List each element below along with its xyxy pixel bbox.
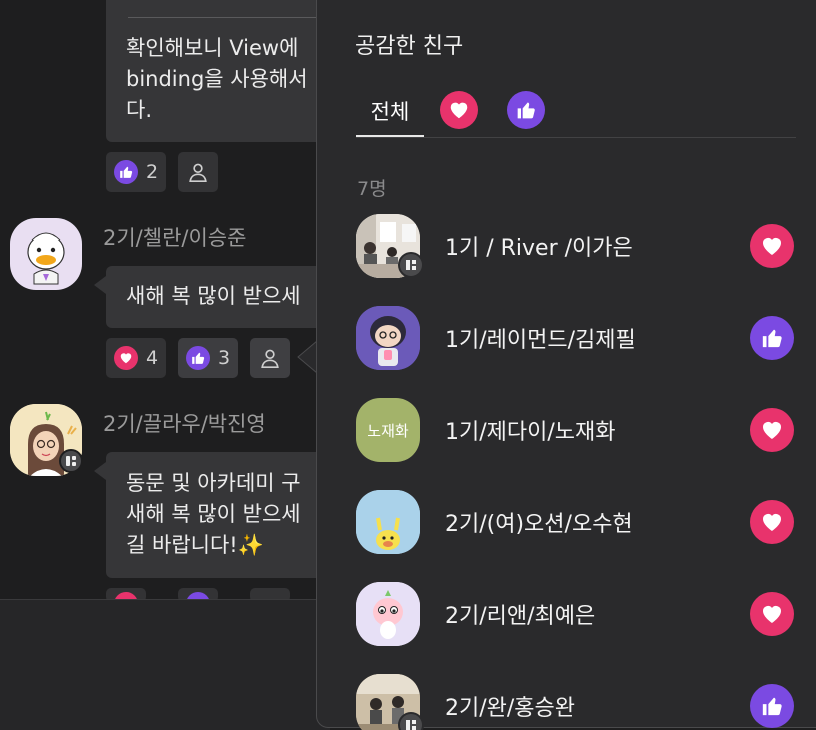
avatar	[356, 306, 420, 370]
thumbs-up-reaction[interactable]: 3	[178, 338, 239, 378]
thumbs-up-icon	[186, 346, 210, 370]
workspace-icon	[66, 456, 76, 466]
reactors-button[interactable]	[250, 338, 290, 378]
heart-icon	[750, 224, 794, 268]
friend-row[interactable]: 2기/완/홍승완	[356, 674, 796, 730]
message-line: 동문 및 아카데미 구	[126, 471, 301, 495]
message-bubble[interactable]: 확인해보니 View에 binding을 사용해서 다.	[106, 0, 336, 142]
thumbs-up-icon	[750, 684, 794, 728]
avatar	[356, 490, 420, 554]
heart-icon	[750, 500, 794, 544]
friend-name: 2기/완/홍승완	[445, 696, 576, 721]
workspace-badge	[398, 712, 424, 730]
message-bubble[interactable]: 새해 복 많이 받으세	[106, 266, 336, 328]
friend-name: 1기 / River /이가은	[445, 236, 633, 261]
bubble-tail	[94, 276, 106, 294]
friend-row[interactable]: 1기/레이먼드/김제필	[356, 306, 796, 370]
heart-icon	[114, 346, 138, 370]
message-line: 길 바랍니다!✨	[126, 533, 264, 557]
tab-thumbs-up[interactable]	[507, 91, 545, 129]
friend-name: 1기/레이먼드/김제필	[445, 328, 636, 353]
message-line: binding을 사용해서	[126, 67, 308, 91]
friend-name: 2기/리앤/최예은	[445, 604, 596, 629]
avatar[interactable]	[10, 218, 82, 290]
heart-icon	[750, 408, 794, 452]
message-bubble[interactable]: 동문 및 아카데미 구 새해 복 많이 받으세 길 바랍니다!✨	[106, 452, 336, 578]
heart-icon	[750, 592, 794, 636]
reaction-count: 2	[146, 161, 159, 183]
reaction-tabs: 전체	[356, 86, 796, 138]
workspace-icon	[406, 720, 416, 730]
workspace-badge	[398, 252, 424, 278]
thumbs-up-icon	[114, 160, 138, 184]
friend-name: 1기/제다이/노재화	[445, 420, 616, 445]
reaction-count: 4	[146, 347, 159, 369]
sender-name[interactable]: 2기/끌라우/박진영	[103, 408, 266, 438]
heart-icon	[450, 102, 468, 119]
divider	[128, 17, 328, 18]
sender-name[interactable]: 2기/첼란/이승준	[103, 222, 246, 252]
heart-reaction[interactable]: 4	[106, 338, 167, 378]
friend-row[interactable]: 2기/(여)오션/오수현	[356, 490, 796, 554]
thumbs-up-icon	[517, 102, 535, 119]
reaction-count: 3	[218, 347, 231, 369]
message-line: 다.	[126, 98, 152, 122]
thumbs-up-reaction[interactable]: 2	[106, 152, 167, 192]
popover-title: 공감한 친구	[355, 34, 464, 59]
reactor-count: 7명	[357, 178, 387, 200]
avatar	[356, 582, 420, 646]
reactors-button[interactable]	[178, 152, 218, 192]
bubble-tail	[94, 462, 106, 480]
friend-row[interactable]: 2기/리앤/최예은	[356, 582, 796, 646]
friend-name: 2기/(여)오션/오수현	[445, 512, 633, 537]
popover-arrow	[297, 340, 318, 374]
message-composer[interactable]	[0, 599, 330, 730]
avatar: 노재화	[356, 398, 420, 462]
friend-row[interactable]: 1기 / River /이가은	[356, 214, 796, 278]
message-line: 새해 복 많이 받으세	[126, 502, 301, 526]
message-line: 새해 복 많이 받으세	[126, 284, 301, 308]
friend-row[interactable]: 노재화 1기/제다이/노재화	[356, 398, 796, 462]
workspace-badge	[59, 449, 83, 473]
avatar-text: 노재화	[367, 421, 409, 440]
tab-all[interactable]: 전체	[356, 86, 424, 137]
person-icon	[261, 349, 279, 368]
person-icon	[189, 163, 207, 182]
tab-heart[interactable]	[440, 91, 478, 129]
workspace-icon	[406, 260, 416, 270]
message-line: 확인해보니 View에	[126, 36, 299, 60]
thumbs-up-icon	[750, 316, 794, 360]
